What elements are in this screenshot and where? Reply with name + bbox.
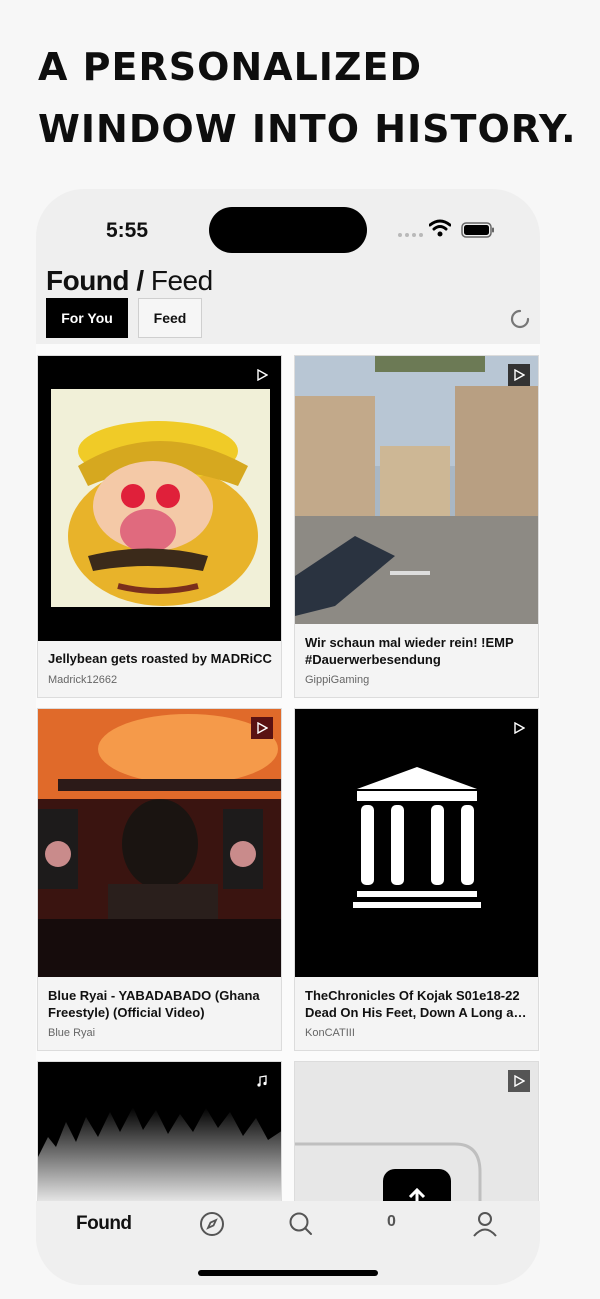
- card-author[interactable]: Madrick12662: [48, 674, 117, 686]
- thumbnail[interactable]: [295, 709, 539, 977]
- title-found: Found: [46, 265, 130, 296]
- nav-found[interactable]: Found: [76, 1213, 132, 1235]
- nav-count-badge[interactable]: 0: [387, 1213, 396, 1231]
- home-indicator[interactable]: [198, 1270, 378, 1276]
- status-time: 5:55: [106, 219, 149, 242]
- profile-icon[interactable]: [472, 1211, 498, 1237]
- play-icon[interactable]: [251, 364, 273, 386]
- phone-frame: 5:55 Found / Feed For You Feed Jellybean…: [36, 189, 540, 1285]
- title-feed: Feed: [150, 265, 213, 296]
- card-title[interactable]: Jellybean gets roasted by MADRiCC: [48, 650, 273, 667]
- wifi-icon: [429, 219, 451, 237]
- headline: A personalized window into history.: [38, 45, 577, 151]
- play-icon[interactable]: [508, 1070, 530, 1092]
- feed-card[interactable]: Wir schaun mal wieder rein! !EMP #Dauerw…: [294, 355, 539, 698]
- card-title[interactable]: Wir schaun mal wieder rein! !EMP #Dauerw…: [305, 634, 530, 668]
- card-title[interactable]: Blue Ryai - YABADABADO (Ghana Freestyle)…: [48, 987, 273, 1021]
- thumbnail[interactable]: [295, 1062, 539, 1211]
- card-author[interactable]: Blue Ryai: [48, 1027, 95, 1039]
- thumbnail[interactable]: [38, 709, 282, 977]
- tab-feed[interactable]: Feed: [138, 298, 202, 338]
- title-separator: /: [136, 265, 144, 296]
- feed-card[interactable]: [37, 1061, 282, 1211]
- thumbnail[interactable]: [38, 356, 282, 641]
- music-note-icon[interactable]: [251, 1070, 273, 1092]
- page-title: Found / Feed: [46, 265, 213, 297]
- tab-for-you[interactable]: For You: [46, 298, 128, 338]
- compass-icon[interactable]: [199, 1211, 225, 1237]
- card-author[interactable]: KonCATIII: [305, 1027, 355, 1039]
- feed-card[interactable]: [294, 1061, 539, 1211]
- search-icon[interactable]: [288, 1211, 314, 1237]
- bottom-nav: Found 0: [36, 1201, 540, 1285]
- signal-icon: [398, 233, 423, 237]
- feed-card[interactable]: Blue Ryai - YABADABADO (Ghana Freestyle)…: [37, 708, 282, 1051]
- card-title[interactable]: TheChronicles Of Kojak S01e18-22 Dead On…: [305, 987, 530, 1021]
- play-icon[interactable]: [251, 717, 273, 739]
- feed-card[interactable]: TheChronicles Of Kojak S01e18-22 Dead On…: [294, 708, 539, 1051]
- refresh-icon[interactable]: [509, 308, 531, 330]
- feed-card[interactable]: Jellybean gets roasted by MADRiCC Madric…: [37, 355, 282, 698]
- thumbnail[interactable]: [295, 356, 539, 624]
- card-author[interactable]: GippiGaming: [305, 674, 369, 686]
- thumbnail[interactable]: [38, 1062, 282, 1211]
- dynamic-island: [209, 207, 367, 253]
- play-icon[interactable]: [508, 717, 530, 739]
- play-icon[interactable]: [508, 364, 530, 386]
- battery-icon: [461, 222, 494, 238]
